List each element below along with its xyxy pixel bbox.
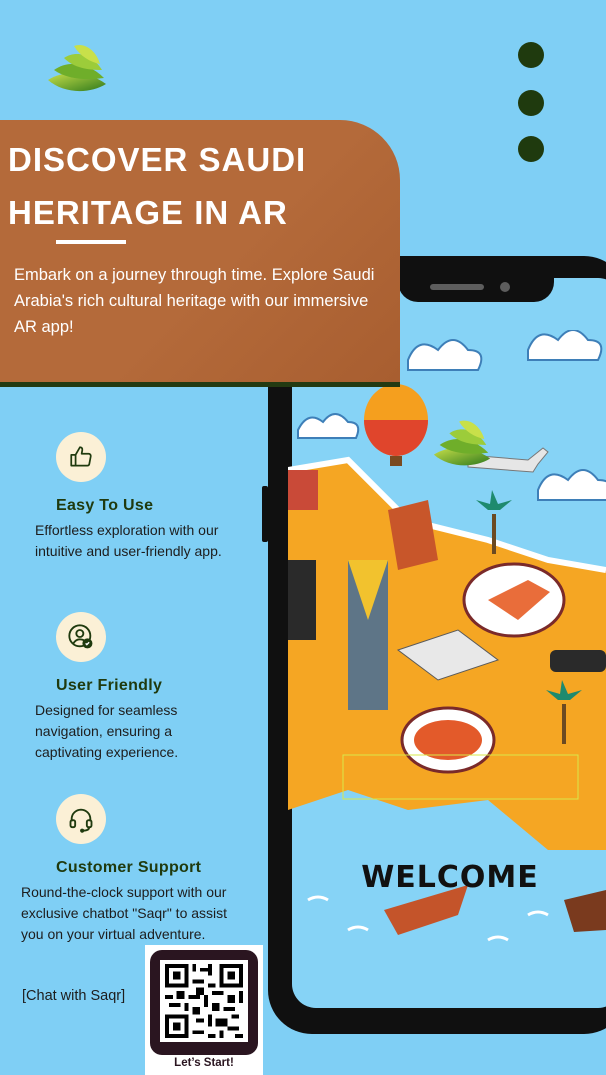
- feature-line: intuitive and user-friendly app.: [35, 543, 222, 559]
- feature-line: Designed for seamless: [35, 702, 178, 718]
- phone-notch: [398, 264, 554, 302]
- headset-icon: [56, 794, 106, 844]
- feature-line: Round-the-clock support with our: [21, 884, 227, 900]
- qr-code-icon: [160, 960, 248, 1042]
- feature-description-easy-to-use: Effortless exploration with our intuitiv…: [35, 520, 275, 562]
- feature-description-customer-support: Round-the-clock support with our exclusi…: [21, 882, 266, 945]
- hero-title-line-1: DISCOVER SAUDI: [8, 141, 307, 178]
- phone-brand-logo-icon: [433, 420, 491, 466]
- kebab-menu-icon[interactable]: [514, 38, 548, 168]
- hero-divider: [56, 240, 126, 244]
- thumbs-up-icon: [56, 432, 106, 482]
- feature-line: you on your virtual adventure.: [21, 926, 206, 942]
- qr-code-label: Let’s Start!: [174, 1057, 234, 1069]
- hero-title-line-2: HERITAGE IN AR: [8, 194, 288, 231]
- feature-title-easy-to-use: Easy To Use: [56, 497, 154, 514]
- feature-line: captivating experience.: [35, 744, 179, 760]
- feature-line: navigation, ensuring a: [35, 723, 172, 739]
- feature-line: exclusive chatbot "Saqr" to assist: [21, 905, 228, 921]
- feature-title-customer-support: Customer Support: [56, 859, 202, 876]
- hero-description: Embark on a journey through time. Explor…: [14, 266, 375, 336]
- feature-title-user-friendly: User Friendly: [56, 677, 163, 694]
- feature-description-user-friendly: Designed for seamless navigation, ensuri…: [35, 700, 255, 763]
- phone-camera: [500, 282, 510, 292]
- chat-with-saqr-link[interactable]: [Chat with Saqr]: [22, 988, 125, 1004]
- phone-welcome-text: WELCOME: [361, 860, 539, 895]
- hero-title: DISCOVER SAUDI HERITAGE IN AR: [8, 133, 388, 239]
- feature-line: Effortless exploration with our: [35, 522, 219, 538]
- user-check-icon: [56, 612, 106, 662]
- brand-logo-icon: [48, 44, 106, 92]
- phone-speaker: [430, 284, 484, 290]
